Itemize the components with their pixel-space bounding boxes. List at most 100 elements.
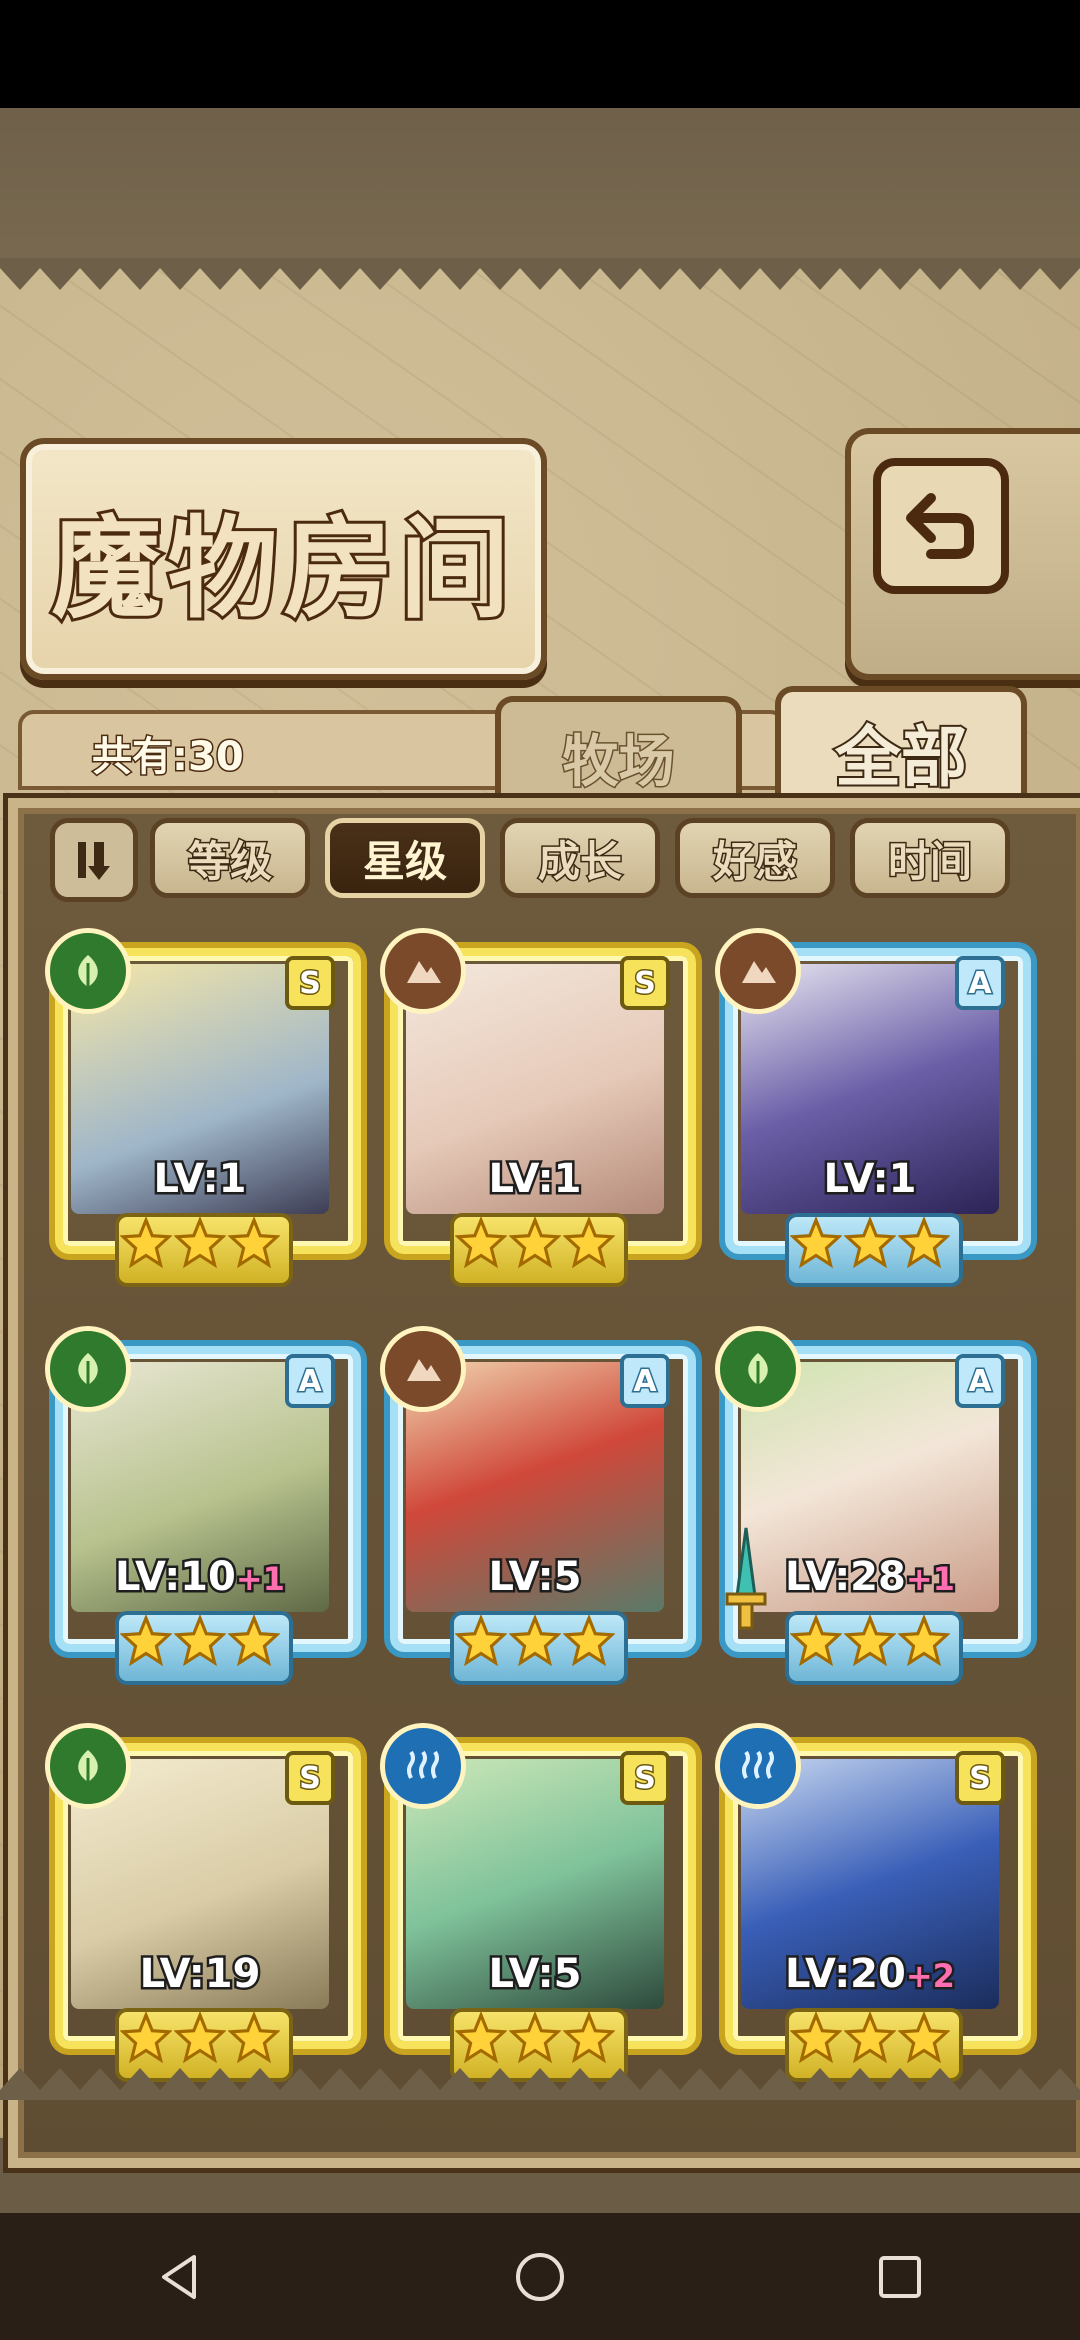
level-value: LV:28	[783, 1552, 909, 1603]
rank-badge: S	[285, 1751, 335, 1805]
system-nav-bar	[0, 2213, 1080, 2340]
level-label: LV:1	[715, 1154, 1025, 1205]
leaf-element-icon	[715, 1326, 801, 1412]
star-icon	[455, 1217, 507, 1269]
status-bar	[0, 0, 1080, 108]
rank-badge: S	[955, 1751, 1005, 1805]
level-label: LV:5	[380, 1552, 690, 1603]
tab-all[interactable]: 全部	[775, 686, 1027, 812]
monster-card[interactable]: S LV:20+2	[715, 1723, 1031, 2082]
rank-badge: A	[955, 956, 1005, 1010]
monster-card[interactable]: S LV:19	[45, 1723, 361, 2082]
star-icon	[844, 1615, 896, 1667]
level-value: LV:1	[151, 1154, 249, 1205]
tab-farm-label: 牧场	[561, 727, 676, 796]
sort-affection-label: 好感	[711, 835, 798, 887]
monster-card[interactable]: A LV:28+1	[715, 1326, 1031, 1685]
rank-badge: S	[620, 1751, 670, 1805]
level-label: LV:1	[380, 1154, 690, 1205]
level-bonus: +2	[903, 1955, 957, 1998]
leaf-element-icon	[45, 928, 131, 1014]
water-element-icon	[715, 1723, 801, 1809]
monster-card[interactable]: A LV:10+1	[45, 1326, 361, 1685]
nav-home-button[interactable]	[480, 2227, 600, 2327]
level-label: LV:20+2	[715, 1949, 1025, 2000]
tab-all-label: 全部	[833, 716, 969, 798]
star-icon	[174, 1217, 226, 1269]
star-icon	[898, 1615, 950, 1667]
star-icon	[120, 1615, 172, 1667]
monster-grid: S LV:1 S LV:1 A LV:1 A LV:10+1 A LV:5 A …	[45, 928, 1045, 2108]
mountain-element-icon	[380, 1326, 466, 1412]
sort-growth-button[interactable]: 成长	[500, 818, 660, 898]
level-value: LV:20	[783, 1949, 909, 2000]
back-button[interactable]	[845, 428, 1080, 680]
sort-growth-label: 成长	[536, 835, 623, 887]
mountain-element-icon	[380, 928, 466, 1014]
star-icon	[563, 1615, 615, 1667]
tab-farm[interactable]: 牧场	[495, 696, 742, 812]
nav-back-button[interactable]	[120, 2227, 240, 2327]
level-value: LV:19	[137, 1949, 263, 2000]
star-icon	[563, 1217, 615, 1269]
monster-card[interactable]: A LV:5	[380, 1326, 696, 1685]
star-icon	[898, 1217, 950, 1269]
sort-order-toggle[interactable]	[50, 818, 138, 902]
rank-badge: S	[285, 956, 335, 1010]
level-value: LV:10	[113, 1552, 239, 1603]
sort-level-label: 等级	[186, 835, 273, 887]
star-icon	[228, 1615, 280, 1667]
page-title: 魔物房间	[49, 501, 516, 636]
monster-card[interactable]: S LV:1	[380, 928, 696, 1287]
return-arrow-icon	[873, 458, 1009, 594]
rank-badge: S	[620, 956, 670, 1010]
star-rating	[117, 2006, 283, 2072]
star-icon	[228, 2012, 280, 2064]
sort-affection-button[interactable]: 好感	[675, 818, 835, 898]
nav-recents-button[interactable]	[840, 2227, 960, 2327]
rank-badge: A	[620, 1354, 670, 1408]
star-rating	[117, 1609, 283, 1675]
monster-card[interactable]: S LV:1	[45, 928, 361, 1287]
title-plaque: 魔物房间	[20, 438, 547, 680]
zigzag-border-top	[0, 258, 1080, 290]
monster-count: 共有:30	[91, 733, 246, 782]
star-icon	[844, 2012, 896, 2064]
star-icon	[228, 1217, 280, 1269]
sort-star-label: 星级	[361, 835, 448, 887]
level-bonus: +1	[903, 1558, 957, 1601]
level-bonus: +1	[233, 1558, 287, 1601]
leaf-element-icon	[45, 1723, 131, 1809]
level-label: LV:5	[380, 1949, 690, 2000]
star-icon	[455, 2012, 507, 2064]
rank-badge: A	[285, 1354, 335, 1408]
sort-bar: 等级 星级 成长 好感 时间	[40, 808, 1050, 902]
star-icon	[790, 1615, 842, 1667]
level-value: LV:5	[486, 1949, 584, 2000]
star-rating	[452, 2006, 618, 2072]
zigzag-border-bottom	[0, 2068, 1080, 2100]
level-value: LV:5	[486, 1552, 584, 1603]
level-label: LV:1	[45, 1154, 355, 1205]
star-icon	[509, 1217, 561, 1269]
sort-order-icon	[78, 842, 110, 880]
sort-star-button[interactable]: 星级	[325, 818, 485, 898]
back-triangle-icon	[162, 2254, 196, 2299]
star-icon	[563, 2012, 615, 2064]
level-value: LV:1	[821, 1154, 919, 1205]
game-screen: 魔物房间 共有:30 牧场 全部 等级 星级 成长 好感 时间 S LV:1 S…	[0, 108, 1080, 2213]
monster-card[interactable]: A LV:1	[715, 928, 1031, 1287]
level-value: LV:1	[486, 1154, 584, 1205]
water-element-icon	[380, 1723, 466, 1809]
mountain-element-icon	[715, 928, 801, 1014]
star-icon	[509, 1615, 561, 1667]
star-rating	[452, 1211, 618, 1277]
monster-card[interactable]: S LV:5	[380, 1723, 696, 2082]
sort-time-button[interactable]: 时间	[850, 818, 1010, 898]
star-icon	[174, 1615, 226, 1667]
star-icon	[898, 2012, 950, 2064]
level-label: LV:10+1	[45, 1552, 355, 1603]
sort-level-button[interactable]: 等级	[150, 818, 310, 898]
star-icon	[790, 2012, 842, 2064]
star-rating	[787, 1609, 953, 1675]
